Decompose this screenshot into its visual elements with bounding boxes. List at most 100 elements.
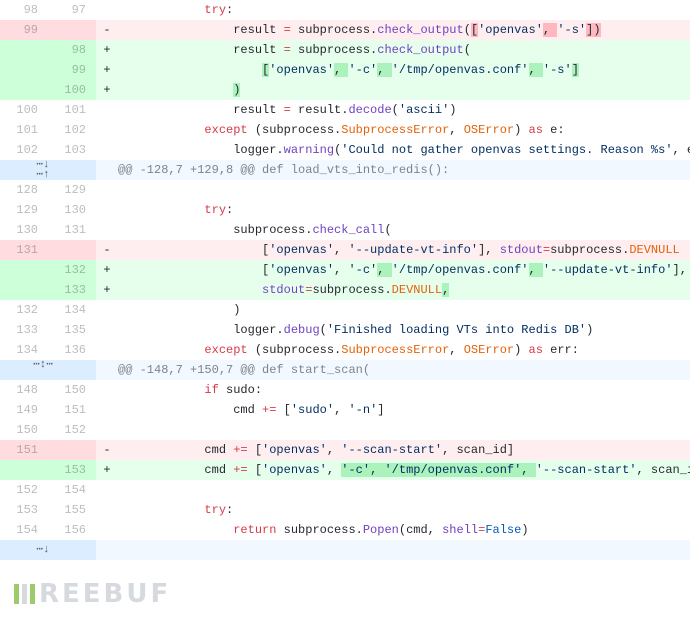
line-number-new[interactable]: 98 [48, 40, 96, 60]
line-number-old[interactable]: 101 [0, 120, 48, 140]
line-number-new[interactable]: 153 [48, 460, 96, 480]
line-number-old[interactable]: 131 [0, 240, 48, 260]
diff-mark: + [96, 460, 118, 480]
diff-mark: + [96, 280, 118, 300]
line-number-old[interactable]: 132 [0, 300, 48, 320]
diff-table: 9897 try:99- result = subprocess.check_o… [0, 0, 690, 560]
line-number-new[interactable] [48, 20, 96, 40]
code-line: result = subprocess.check_output( [118, 40, 690, 60]
expand-hunk-button[interactable]: ⋯↕⋯ [0, 360, 96, 380]
unfold-down-icon: ⋯↓ [0, 540, 86, 560]
code-line: cmd += ['openvas', '--scan-start', scan_… [118, 440, 690, 460]
code-line: result = subprocess.check_output(['openv… [118, 20, 690, 40]
line-number-new[interactable]: 132 [48, 260, 96, 280]
line-number-old[interactable]: 130 [0, 220, 48, 240]
diff-mark [96, 520, 118, 540]
unfold-icon: ⋯↕⋯ [0, 360, 86, 370]
line-number-old[interactable]: 134 [0, 340, 48, 360]
line-number-old[interactable]: 154 [0, 520, 48, 540]
diff-mark: - [96, 240, 118, 260]
line-number-new[interactable] [48, 240, 96, 260]
diff-mark [96, 120, 118, 140]
diff-row: 101102 except (subprocess.SubprocessErro… [0, 120, 690, 140]
line-number-old[interactable]: 151 [0, 440, 48, 460]
line-number-new[interactable]: 130 [48, 200, 96, 220]
diff-row: 151 - cmd += ['openvas', '--scan-start', … [0, 440, 690, 460]
line-number-new[interactable]: 101 [48, 100, 96, 120]
line-number-old[interactable]: 150 [0, 420, 48, 440]
line-number-new[interactable]: 102 [48, 120, 96, 140]
diff-mark [96, 180, 118, 200]
expand-hunk-button[interactable]: ⋯↓⋯↑ [0, 160, 96, 180]
line-number-new[interactable]: 150 [48, 380, 96, 400]
line-number-new[interactable]: 155 [48, 500, 96, 520]
code-line: try: [118, 500, 690, 520]
line-number-old[interactable]: 152 [0, 480, 48, 500]
code-line: cmd += ['openvas', '-c', '/tmp/openvas.c… [118, 460, 690, 480]
line-number-old[interactable]: 153 [0, 500, 48, 520]
line-number-old[interactable]: 99 [0, 20, 48, 40]
diff-row: 128129 [0, 180, 690, 200]
diff-mark: - [96, 440, 118, 460]
line-number-old[interactable] [0, 80, 48, 100]
line-number-new[interactable]: 156 [48, 520, 96, 540]
line-number-old[interactable] [0, 40, 48, 60]
diff-mark [96, 380, 118, 400]
diff-mark [96, 320, 118, 340]
line-number-new[interactable]: 151 [48, 400, 96, 420]
line-number-old[interactable] [0, 60, 48, 80]
line-number-old[interactable]: 149 [0, 400, 48, 420]
line-number-new[interactable]: 100 [48, 80, 96, 100]
line-number-new[interactable]: 136 [48, 340, 96, 360]
diff-row: 148150 if sudo: [0, 380, 690, 400]
diff-row: 98+ result = subprocess.check_output( [0, 40, 690, 60]
diff-row: 152154 [0, 480, 690, 500]
line-number-old[interactable] [0, 260, 48, 280]
line-number-new[interactable]: 133 [48, 280, 96, 300]
expand-down-button[interactable]: ⋯↓ [0, 540, 96, 560]
code-line: try: [118, 200, 690, 220]
diff-mark: + [96, 40, 118, 60]
line-number-old[interactable]: 128 [0, 180, 48, 200]
line-number-old[interactable]: 129 [0, 200, 48, 220]
diff-row: ⋯↓⋯↑@@ -128,7 +129,8 @@ def load_vts_int… [0, 160, 690, 180]
diff-mark [96, 220, 118, 240]
code-line: ['openvas', '-c', '/tmp/openvas.conf', '… [118, 60, 690, 80]
code-line: ) [118, 80, 690, 100]
code-line: logger.warning('Could not gather openvas… [118, 140, 690, 160]
code-line: ['openvas', '--update-vt-info'], stdout=… [118, 240, 690, 260]
line-number-old[interactable]: 148 [0, 380, 48, 400]
code-line: return subprocess.Popen(cmd, shell=False… [118, 520, 690, 540]
diff-mark [96, 0, 118, 20]
line-number-new[interactable]: 131 [48, 220, 96, 240]
diff-row: 99+ ['openvas', '-c', '/tmp/openvas.conf… [0, 60, 690, 80]
line-number-old[interactable] [0, 280, 48, 300]
line-number-old[interactable]: 98 [0, 0, 48, 20]
diff-row: 132134 ) [0, 300, 690, 320]
line-number-new[interactable]: 135 [48, 320, 96, 340]
code-line: stdout=subprocess.DEVNULL, [118, 280, 690, 300]
line-number-new[interactable] [48, 440, 96, 460]
line-number-new[interactable]: 99 [48, 60, 96, 80]
line-number-new[interactable]: 154 [48, 480, 96, 500]
code-line: except (subprocess.SubprocessError, OSEr… [118, 120, 690, 140]
line-number-old[interactable]: 100 [0, 100, 48, 120]
line-number-new[interactable]: 97 [48, 0, 96, 20]
line-number-new[interactable]: 103 [48, 140, 96, 160]
line-number-old[interactable]: 102 [0, 140, 48, 160]
line-number-old[interactable]: 133 [0, 320, 48, 340]
code-line [118, 180, 690, 200]
line-number-new[interactable]: 152 [48, 420, 96, 440]
diff-mark [96, 140, 118, 160]
code-line: ['openvas', '-c', '/tmp/openvas.conf', '… [118, 260, 690, 280]
diff-row: 9897 try: [0, 0, 690, 20]
diff-mark [96, 500, 118, 520]
code-line: except (subprocess.SubprocessError, OSEr… [118, 340, 690, 360]
diff-row: 99- result = subprocess.check_output(['o… [0, 20, 690, 40]
diff-row: 134136 except (subprocess.SubprocessErro… [0, 340, 690, 360]
line-number-old[interactable] [0, 460, 48, 480]
line-number-new[interactable]: 134 [48, 300, 96, 320]
line-number-new[interactable]: 129 [48, 180, 96, 200]
hunk-header: @@ -148,7 +150,7 @@ def start_scan( [118, 360, 690, 380]
diff-row: 150152 [0, 420, 690, 440]
